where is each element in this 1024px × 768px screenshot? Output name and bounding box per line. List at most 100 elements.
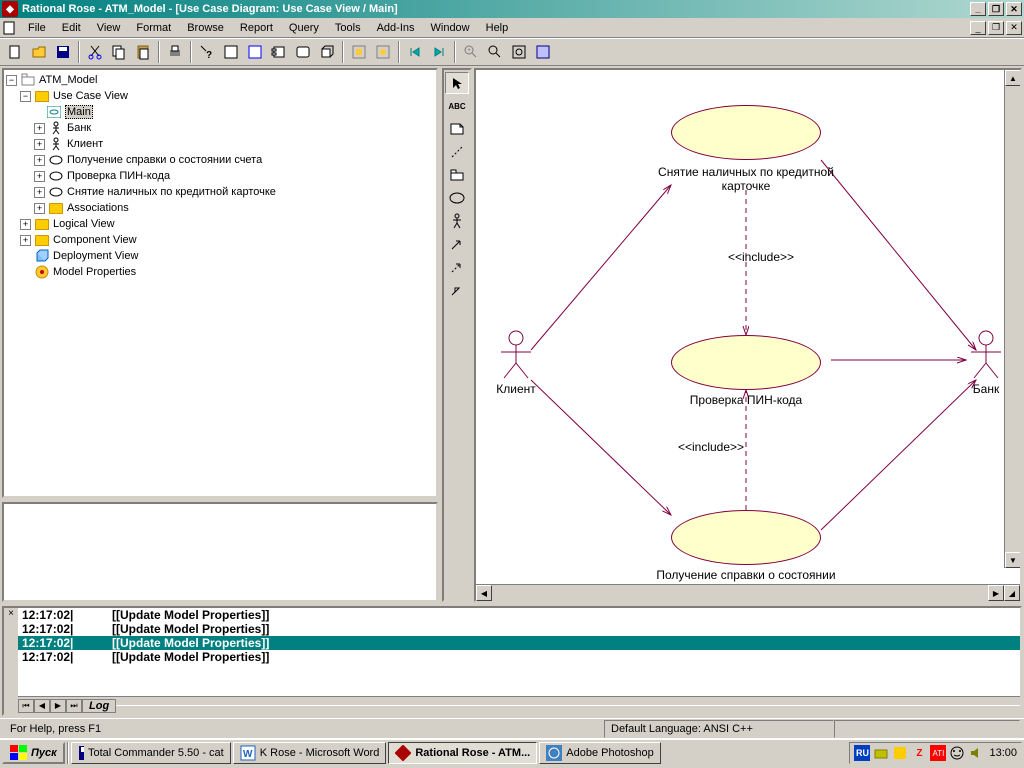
usecase-bot[interactable] xyxy=(671,510,821,565)
expand-icon[interactable]: + xyxy=(34,171,45,182)
copy-button[interactable] xyxy=(108,41,130,63)
browse-component-button[interactable] xyxy=(268,41,290,63)
tree-main[interactable]: Main xyxy=(65,105,93,119)
tray-clock[interactable]: 13:00 xyxy=(989,747,1017,759)
tree-cv[interactable]: Component View xyxy=(53,234,137,246)
task-photoshop[interactable]: Adobe Photoshop xyxy=(539,742,660,764)
tray-icon-1[interactable] xyxy=(873,745,889,761)
mdi-restore-button[interactable]: ❐ xyxy=(988,21,1004,35)
tree-uc2[interactable]: Проверка ПИН-кода xyxy=(67,170,170,182)
expand-icon[interactable]: − xyxy=(6,75,17,86)
cut-button[interactable] xyxy=(84,41,106,63)
generalization-tool[interactable] xyxy=(445,279,469,301)
actor-client[interactable] xyxy=(496,330,536,380)
browse-interaction-button[interactable] xyxy=(244,41,266,63)
actor-bank[interactable] xyxy=(966,330,1006,380)
mdi-minimize-button[interactable]: _ xyxy=(970,21,986,35)
browser-tree[interactable]: − ATM_Model − Use Case View Main + Банк … xyxy=(2,68,438,498)
diagram-canvas[interactable]: Снятие наличных по кредитной карточке Пр… xyxy=(476,70,1020,584)
back-button[interactable] xyxy=(404,41,426,63)
tree-dv[interactable]: Deployment View xyxy=(53,250,138,262)
menu-file[interactable]: File xyxy=(20,20,54,36)
start-button[interactable]: Пуск xyxy=(2,742,65,764)
browse-class-button[interactable] xyxy=(220,41,242,63)
browse-deployment-button[interactable] xyxy=(316,41,338,63)
zoom-out-button[interactable] xyxy=(484,41,506,63)
scroll-down-icon[interactable]: ▼ xyxy=(1005,552,1020,568)
tree-ucv[interactable]: Use Case View xyxy=(53,90,128,102)
tree-uc1[interactable]: Получение справки о состоянии счета xyxy=(67,154,262,166)
task-rose[interactable]: Rational Rose - ATM... xyxy=(388,742,537,764)
dependency-tool[interactable] xyxy=(445,256,469,278)
paste-button[interactable] xyxy=(132,41,154,63)
lang-indicator[interactable]: RU xyxy=(854,745,870,761)
association-tool[interactable] xyxy=(445,233,469,255)
usecase-tool[interactable] xyxy=(445,187,469,209)
actor-tool[interactable] xyxy=(445,210,469,232)
pointer-tool[interactable] xyxy=(445,72,469,94)
menu-report[interactable]: Report xyxy=(232,20,281,36)
tree-assoc[interactable]: Associations xyxy=(67,202,129,214)
fit-window-button[interactable] xyxy=(508,41,530,63)
expand-icon[interactable]: + xyxy=(34,187,45,198)
browse-statechart-button[interactable] xyxy=(292,41,314,63)
expand-icon[interactable]: + xyxy=(20,235,31,246)
log-rows[interactable]: 12:17:02|[[Update Model Properties]] 12:… xyxy=(18,608,1020,696)
expand-icon[interactable]: + xyxy=(34,139,45,150)
tree-mp[interactable]: Model Properties xyxy=(53,266,136,278)
usecase-top[interactable] xyxy=(671,105,821,160)
scrollbar-horizontal[interactable]: ◀ ▶ ◢ xyxy=(476,584,1020,600)
new-button[interactable] xyxy=(4,41,26,63)
scroll-right-icon[interactable]: ▶ xyxy=(988,585,1004,601)
expand-icon[interactable]: + xyxy=(20,219,31,230)
tree-lv[interactable]: Logical View xyxy=(53,218,115,230)
tree-uc3[interactable]: Снятие наличных по кредитной карточке xyxy=(67,186,276,198)
forward-button[interactable] xyxy=(428,41,450,63)
browse-previous-button[interactable] xyxy=(372,41,394,63)
tray-icon-5[interactable] xyxy=(949,745,965,761)
menu-help[interactable]: Help xyxy=(478,20,517,36)
size-grip-icon[interactable]: ◢ xyxy=(1004,585,1020,601)
expand-icon[interactable]: − xyxy=(20,91,31,102)
scrollbar-vertical[interactable]: ▲ ▼ xyxy=(1004,70,1020,568)
help-context-button[interactable]: ? xyxy=(196,41,218,63)
menu-tools[interactable]: Tools xyxy=(327,20,369,36)
maximize-button[interactable]: ❐ xyxy=(988,2,1004,16)
close-button[interactable]: ✕ xyxy=(1006,2,1022,16)
zoom-in-button[interactable]: + xyxy=(460,41,482,63)
browse-parent-button[interactable] xyxy=(348,41,370,63)
menu-addins[interactable]: Add-Ins xyxy=(369,20,423,36)
expand-icon[interactable]: + xyxy=(34,123,45,134)
tree-root[interactable]: ATM_Model xyxy=(39,74,97,86)
scroll-up-icon[interactable]: ▲ xyxy=(1005,70,1020,86)
tray-icon-3[interactable]: Z xyxy=(911,745,927,761)
menu-query[interactable]: Query xyxy=(281,20,327,36)
menu-browse[interactable]: Browse xyxy=(179,20,232,36)
mdi-close-button[interactable]: ✕ xyxy=(1006,21,1022,35)
undo-fit-button[interactable] xyxy=(532,41,554,63)
log-last-button[interactable]: ⏭ xyxy=(66,699,82,713)
expand-icon[interactable]: + xyxy=(34,155,45,166)
log-first-button[interactable]: ⏮ xyxy=(18,699,34,713)
log-next-button[interactable]: ▶ xyxy=(50,699,66,713)
open-button[interactable] xyxy=(28,41,50,63)
tray-icon-4[interactable]: ATI xyxy=(930,745,946,761)
save-button[interactable] xyxy=(52,41,74,63)
documentation-panel[interactable] xyxy=(2,502,438,602)
note-tool[interactable] xyxy=(445,118,469,140)
menu-edit[interactable]: Edit xyxy=(54,20,89,36)
tray-icon-2[interactable] xyxy=(892,745,908,761)
menu-format[interactable]: Format xyxy=(128,20,179,36)
tree-bank[interactable]: Банк xyxy=(67,122,91,134)
menu-view[interactable]: View xyxy=(89,20,129,36)
task-totalcmd[interactable]: Total Commander 5.50 - cat xyxy=(71,742,231,764)
log-prev-button[interactable]: ◀ xyxy=(34,699,50,713)
volume-icon[interactable] xyxy=(968,745,984,761)
usecase-mid[interactable] xyxy=(671,335,821,390)
log-tab[interactable]: Log xyxy=(82,699,116,713)
menu-window[interactable]: Window xyxy=(423,20,478,36)
minimize-button[interactable]: _ xyxy=(970,2,986,16)
scroll-left-icon[interactable]: ◀ xyxy=(476,585,492,601)
tree-client[interactable]: Клиент xyxy=(67,138,103,150)
text-tool[interactable]: ABC xyxy=(445,95,469,117)
